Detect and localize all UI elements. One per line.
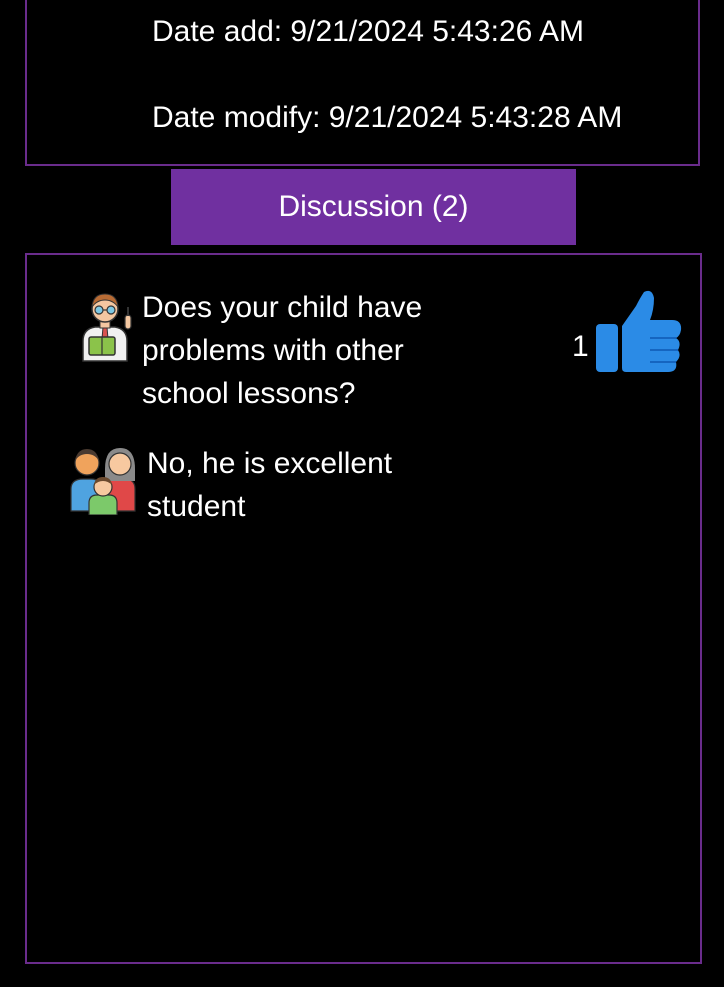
record-info-panel: Date add: 9/21/2024 5:43:26 AM Date modi… (25, 0, 700, 166)
message-text: Does your child have problems with other… (142, 291, 423, 410)
discussion-tab[interactable]: Discussion (2) (171, 169, 576, 245)
family-icon (69, 445, 139, 516)
thumbs-up-icon[interactable] (592, 288, 684, 376)
teacher-icon (75, 289, 135, 363)
discussion-thread: Does your child have problems with other… (25, 253, 702, 964)
date-added-text: Date add: 9/21/2024 5:43:26 AM (152, 15, 584, 48)
date-modified-text: Date modify: 9/21/2024 5:43:28 AM (152, 101, 623, 134)
like-count: 1 (572, 330, 589, 363)
message-text: No, he is excellent student (147, 447, 393, 523)
